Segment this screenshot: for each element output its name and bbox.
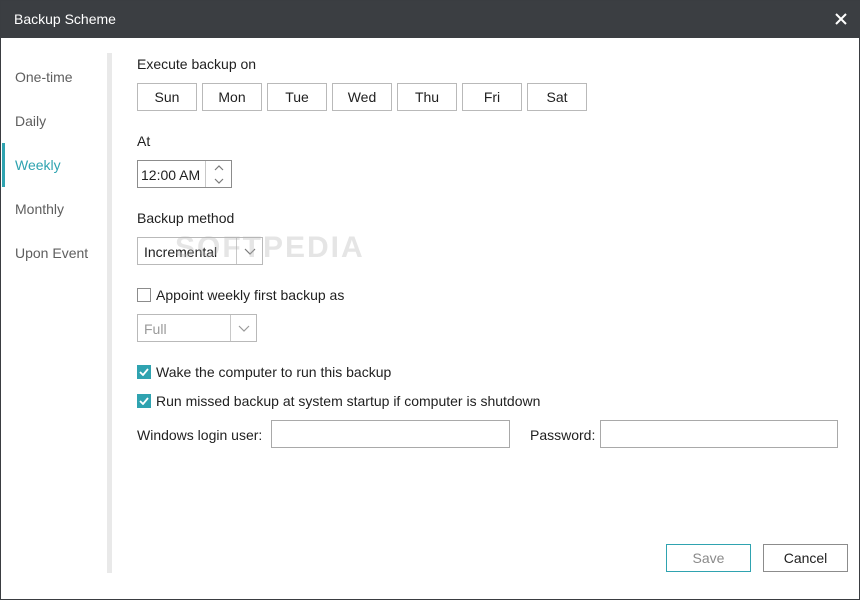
cancel-button[interactable]: Cancel (763, 544, 848, 572)
chevron-down-icon (238, 325, 249, 332)
sidebar-item-monthly[interactable]: Monthly (2, 187, 106, 231)
day-button-tue[interactable]: Tue (267, 83, 327, 111)
chevron-up-icon (214, 164, 223, 170)
time-decrement-button[interactable] (206, 174, 231, 187)
wake-computer-checkbox[interactable] (137, 365, 151, 379)
close-button[interactable] (829, 7, 853, 31)
appoint-weekly-checkbox[interactable] (137, 288, 151, 302)
check-icon (139, 397, 149, 405)
password-label: Password: (530, 427, 596, 443)
time-increment-button[interactable] (206, 161, 231, 174)
backup-method-value: Incremental (144, 244, 218, 260)
time-value[interactable]: 12:00 AM (141, 167, 200, 183)
windows-login-user-label: Windows login user: (137, 427, 263, 443)
backup-scheme-dialog: Backup Scheme One-time Daily Weekly Mont… (0, 0, 860, 600)
backup-method-select[interactable]: Incremental (137, 237, 263, 265)
sidebar-item-upon-event[interactable]: Upon Event (2, 231, 106, 275)
sidebar-divider (107, 53, 112, 573)
run-missed-backup-checkbox[interactable] (137, 394, 151, 408)
day-button-sat[interactable]: Sat (527, 83, 587, 111)
appoint-backup-select[interactable]: Full (137, 314, 257, 342)
day-button-wed[interactable]: Wed (332, 83, 392, 111)
dropdown-arrow (230, 315, 256, 341)
sidebar-item-weekly[interactable]: Weekly (2, 143, 106, 187)
sidebar-item-daily[interactable]: Daily (2, 99, 106, 143)
password-input[interactable] (600, 420, 838, 448)
time-spinner (205, 161, 231, 187)
check-icon (139, 368, 149, 376)
day-button-fri[interactable]: Fri (462, 83, 522, 111)
day-button-mon[interactable]: Mon (202, 83, 262, 111)
schedule-type-sidebar: One-time Daily Weekly Monthly Upon Event (2, 38, 108, 573)
day-button-thu[interactable]: Thu (397, 83, 457, 111)
dropdown-arrow (236, 238, 262, 264)
time-picker[interactable]: 12:00 AM (137, 160, 232, 188)
chevron-down-icon (244, 248, 255, 255)
window-title: Backup Scheme (14, 11, 116, 27)
title-bar: Backup Scheme (1, 1, 860, 38)
at-label: At (137, 133, 151, 149)
windows-login-user-input[interactable] (271, 420, 510, 448)
day-button-sun[interactable]: Sun (137, 83, 197, 111)
chevron-down-icon (214, 178, 223, 184)
execute-backup-label: Execute backup on (137, 56, 257, 72)
wake-computer-label: Wake the computer to run this backup (156, 364, 392, 380)
close-icon (835, 13, 847, 25)
appoint-weekly-label: Appoint weekly first backup as (156, 287, 345, 303)
backup-method-label: Backup method (137, 210, 235, 226)
appoint-backup-value: Full (144, 321, 167, 337)
sidebar-item-one-time[interactable]: One-time (2, 55, 106, 99)
run-missed-backup-label: Run missed backup at system startup if c… (156, 393, 541, 409)
save-button[interactable]: Save (666, 544, 751, 572)
